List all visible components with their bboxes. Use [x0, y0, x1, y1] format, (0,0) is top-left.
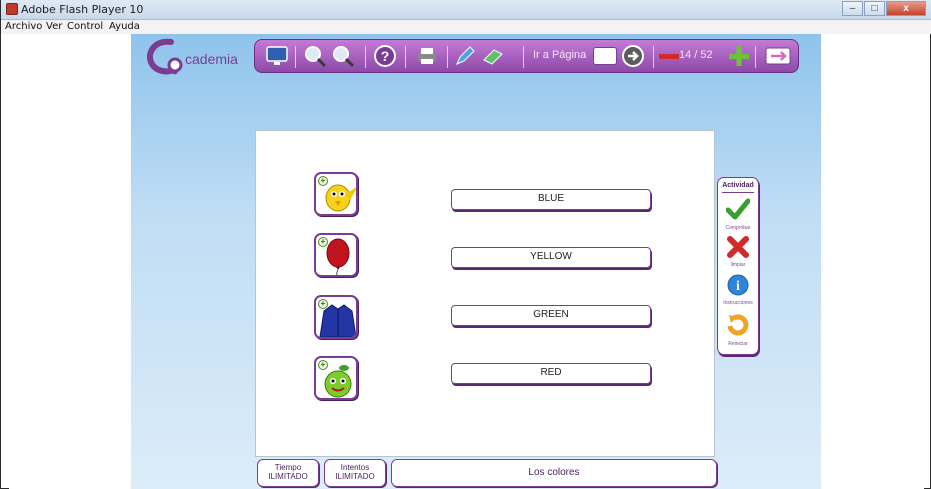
tries-label: Intentos: [340, 463, 370, 472]
word-box-green[interactable]: GREEN: [451, 305, 651, 326]
help-icon[interactable]: ?: [373, 44, 397, 68]
image-tile-jacket[interactable]: +: [314, 295, 358, 339]
zoom-badge-icon[interactable]: +: [318, 176, 328, 186]
image-tile-balloon[interactable]: +: [314, 233, 358, 277]
minus-icon[interactable]: [657, 44, 681, 68]
flash-player-icon: [6, 3, 18, 15]
exit-icon[interactable]: [763, 44, 793, 68]
window-title: Adobe Flash Player 10: [21, 3, 144, 16]
menu-bar: Archivo Ver Control Ayuda: [1, 20, 931, 34]
x-icon: [727, 236, 749, 258]
restart-label: Reiniciar: [728, 341, 748, 347]
menu-ver[interactable]: Ver: [46, 21, 62, 32]
image-tile-apple[interactable]: +: [314, 356, 358, 400]
cademia-logo: cademia: [147, 38, 238, 75]
zoom-badge-icon[interactable]: +: [318, 237, 328, 247]
activity-panel: Actividad Comprobar limpiar i Instruccio…: [717, 177, 759, 355]
tries-box: Intentos ILIMITADO: [324, 459, 386, 487]
time-box: Tiempo ILIMITADO: [257, 459, 319, 487]
print-icon[interactable]: [415, 44, 439, 68]
time-value: ILIMITADO: [268, 472, 308, 481]
check-button[interactable]: [718, 198, 758, 225]
clear-button[interactable]: [718, 235, 758, 264]
tries-value: ILIMITADO: [335, 472, 375, 481]
word-box-blue[interactable]: BLUE: [451, 189, 651, 210]
goto-page-label: Ir a Página: [533, 49, 587, 61]
close-button[interactable]: x: [886, 1, 926, 16]
menu-archivo[interactable]: Archivo: [5, 21, 42, 32]
plus-icon[interactable]: [727, 44, 751, 68]
go-arrow-icon[interactable]: [621, 44, 645, 68]
eraser-icon[interactable]: [481, 44, 505, 68]
zoom-out-icon[interactable]: [331, 44, 355, 68]
instructions-button[interactable]: i: [718, 273, 758, 302]
time-label: Tiempo: [274, 463, 302, 472]
title-bar: Adobe Flash Player 10 – □ x: [1, 0, 931, 20]
maximize-button[interactable]: □: [864, 1, 885, 16]
zoom-in-icon[interactable]: [303, 44, 327, 68]
clear-label: limpiar: [730, 262, 746, 268]
monitor-icon[interactable]: [265, 44, 289, 68]
menu-ayuda[interactable]: Ayuda: [109, 21, 140, 32]
svg-text:?: ?: [381, 48, 390, 64]
toolbar: ?: [254, 39, 799, 73]
restart-button[interactable]: [718, 312, 758, 341]
pencil-icon[interactable]: [453, 44, 477, 68]
minimize-button[interactable]: –: [842, 1, 863, 16]
menu-control[interactable]: Control: [67, 21, 103, 32]
check-label: Comprobar: [725, 225, 751, 231]
page-number-input[interactable]: [593, 47, 617, 65]
page-counter: 14 / 52: [679, 49, 713, 61]
check-icon: [725, 198, 751, 220]
activity-title: Actividad: [722, 182, 754, 189]
svg-text:i: i: [736, 279, 740, 294]
app-window: Adobe Flash Player 10 – □ x Archivo Ver …: [0, 0, 931, 489]
restart-icon: [727, 314, 749, 336]
zoom-badge-icon[interactable]: +: [318, 360, 328, 370]
topic-box: Los colores: [391, 459, 717, 487]
image-tile-chick[interactable]: +: [314, 172, 358, 216]
info-icon: i: [727, 274, 749, 296]
word-box-yellow[interactable]: YELLOW: [451, 247, 651, 268]
word-box-red[interactable]: RED: [451, 363, 651, 384]
logo-text: cademia: [185, 51, 238, 67]
zoom-badge-icon[interactable]: +: [318, 299, 328, 309]
instructions-label: Instrucciones: [723, 300, 753, 306]
